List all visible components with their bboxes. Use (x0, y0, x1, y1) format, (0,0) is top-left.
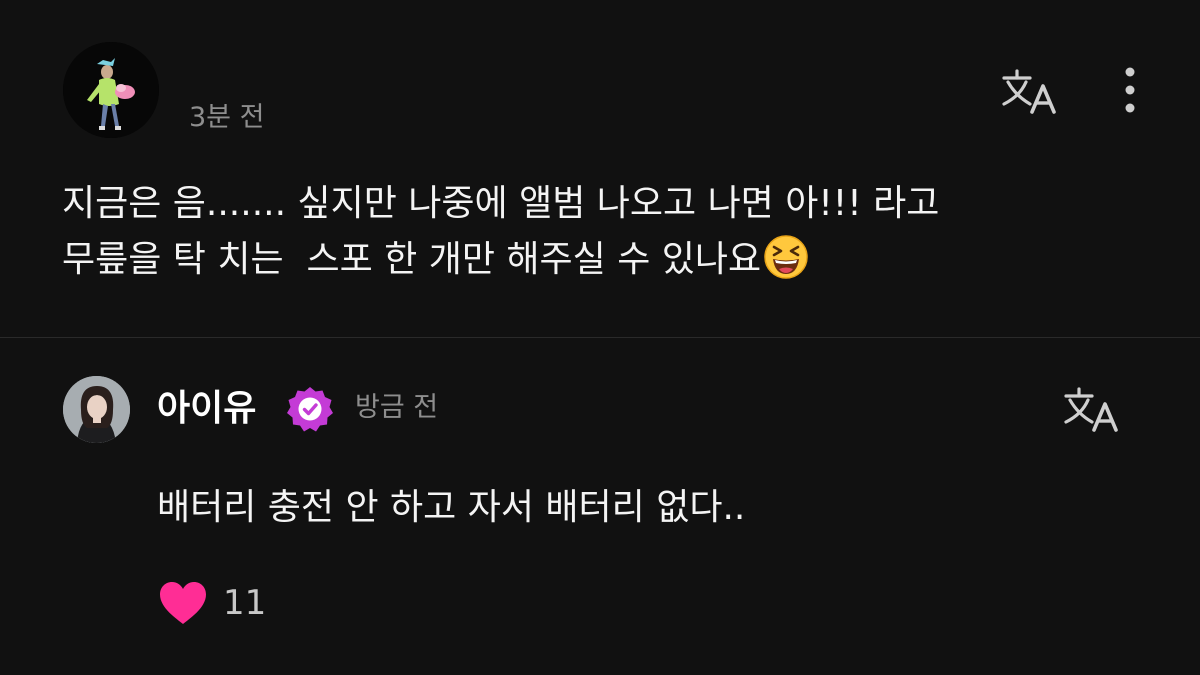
translate-icon (1002, 69, 1056, 114)
comment-thread: 3분 전 지금은 음....... 싶지만 나중에 앨범 나오고 나면 아!!!… (0, 0, 1200, 675)
more-options-button[interactable] (1110, 62, 1150, 118)
divider (0, 337, 1200, 338)
like-count: 11 (223, 583, 267, 623)
comment-timestamp: 3분 전 (189, 102, 265, 133)
reply-timestamp: 방금 전 (355, 392, 439, 423)
avatar-image (63, 376, 130, 443)
avatar[interactable] (63, 376, 130, 443)
more-vertical-icon (1125, 67, 1135, 113)
verified-badge-icon (287, 387, 333, 432)
translate-button[interactable] (1000, 66, 1060, 116)
comment-text-line: 지금은 음....... 싶지만 나중에 앨범 나오고 나면 아!!! 라고 (62, 183, 940, 224)
avatar[interactable] (63, 42, 159, 138)
comment-text: 지금은 음....... 싶지만 나중에 앨범 나오고 나면 아!!! 라고 무… (62, 176, 1152, 288)
comment: 3분 전 지금은 음....... 싶지만 나중에 앨범 나오고 나면 아!!!… (0, 0, 1200, 337)
avatar-image (63, 42, 159, 138)
translate-icon (1064, 387, 1118, 432)
translate-button[interactable] (1062, 384, 1122, 434)
heart-icon (160, 582, 206, 624)
comment-text-line: 무릎을 탁 치는 스포 한 개만 해주실 수 있나요 (62, 239, 762, 280)
reply-text: 배터리 충전 안 하고 자서 배터리 없다.. (157, 487, 746, 528)
like-button[interactable]: 11 (157, 578, 266, 628)
reply-author-name[interactable]: 아이유 (157, 384, 256, 434)
laughing-face-emoji (764, 235, 808, 279)
